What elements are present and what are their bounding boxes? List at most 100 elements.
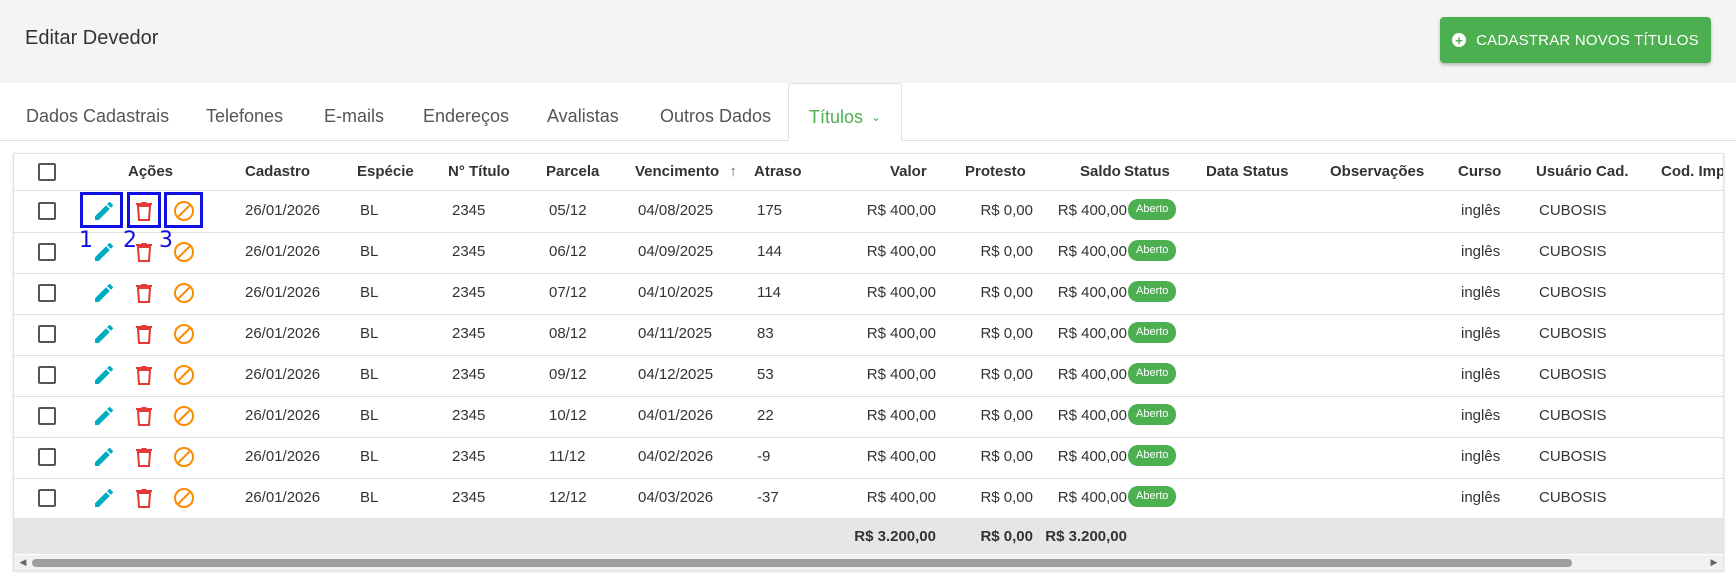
status-badge: Aberto [1128,486,1177,507]
cell-curso: inglês [1461,202,1501,219]
trash-icon[interactable] [132,363,156,387]
trash-icon[interactable] [132,445,156,469]
edit-icon[interactable] [92,363,116,387]
col-curso[interactable]: Curso [1458,163,1501,180]
annotation-label-3: 3 [159,228,173,253]
row-checkbox[interactable] [38,407,56,425]
trash-icon[interactable] [132,404,156,428]
col-vencimento[interactable]: Vencimento ↑ [635,163,737,180]
col-usuario[interactable]: Usuário Cad. [1536,163,1629,180]
cell-parcela: 05/12 [549,202,587,219]
table-row: 26/01/2026 BL 2345 05/12 04/08/2025 175 R$ 400… [14,191,1723,233]
tab-titulos[interactable]: Títulos ⌄ [788,83,902,141]
edit-icon[interactable] [92,240,116,264]
select-all-checkbox[interactable] [38,163,56,181]
cell-atraso: 144 [757,243,783,260]
cell-usuario: CUBOSIS [1539,325,1607,342]
cell-titulo: 2345 [452,284,486,301]
total-protesto: R$ 0,00 [980,528,1033,545]
cell-saldo: R$ 400,00 [1057,325,1127,342]
col-especie[interactable]: Espécie [357,163,414,180]
cell-titulo: 2345 [452,325,486,342]
cell-vencimento: 04/03/2026 [638,489,714,506]
horizontal-scrollbar[interactable]: ◀ ▶ [14,555,1723,570]
cell-usuario: CUBOSIS [1539,243,1607,260]
row-checkbox[interactable] [38,489,56,507]
trash-icon[interactable] [132,322,156,346]
new-titles-button[interactable]: + CADASTRAR NOVOS TÍTULOS [1440,17,1711,63]
status-badge: Aberto [1128,199,1177,220]
cell-especie: BL [360,366,379,383]
cell-atraso: 83 [757,325,774,342]
cell-parcela: 10/12 [549,407,587,424]
cell-especie: BL [360,284,379,301]
cell-parcela: 06/12 [549,243,587,260]
cell-usuario: CUBOSIS [1539,202,1607,219]
col-observacoes[interactable]: Observações [1330,163,1424,180]
tab-enderecos[interactable]: Endereços [423,83,509,140]
cancel-icon[interactable] [172,322,196,346]
cell-titulo: 2345 [452,243,486,260]
col-cod-imp[interactable]: Cod. Imp [1661,163,1723,180]
cancel-icon[interactable] [172,445,196,469]
row-checkbox[interactable] [38,284,56,302]
cell-curso: inglês [1461,448,1501,465]
cell-atraso: 53 [757,366,774,383]
highlight-box-2 [127,192,161,228]
col-atraso[interactable]: Atraso [754,163,802,180]
trash-icon[interactable] [132,281,156,305]
tab-telefones[interactable]: Telefones [206,83,283,140]
cell-saldo: R$ 400,00 [1057,202,1127,219]
tab-dados-cadastrais[interactable]: Dados Cadastrais [26,83,169,140]
row-checkbox[interactable] [38,366,56,384]
cancel-icon[interactable] [172,281,196,305]
tab-outros-dados[interactable]: Outros Dados [660,83,771,140]
cancel-icon[interactable] [172,363,196,387]
tab-avalistas[interactable]: Avalistas [547,83,619,140]
row-checkbox[interactable] [38,243,56,261]
edit-icon[interactable] [92,322,116,346]
col-vencimento-label: Vencimento [635,163,720,180]
cell-saldo: R$ 400,00 [1057,407,1127,424]
row-checkbox[interactable] [38,325,56,343]
col-data-status[interactable]: Data Status [1206,163,1289,180]
cell-protesto: R$ 0,00 [980,489,1033,506]
col-saldo[interactable]: Saldo [1080,163,1121,180]
scrollbar-thumb[interactable] [32,559,1572,567]
scroll-right-icon[interactable]: ▶ [1707,555,1721,570]
cell-parcela: 11/12 [549,448,586,465]
row-checkbox[interactable] [38,448,56,466]
totals-row: R$ 3.200,00 R$ 0,00 R$ 3.200,00 [14,518,1723,554]
scroll-left-icon[interactable]: ◀ [16,555,30,570]
col-protesto[interactable]: Protesto [965,163,1026,180]
page-title: Editar Devedor [25,27,159,49]
col-cadastro[interactable]: Cadastro [245,163,310,180]
cell-saldo: R$ 400,00 [1057,489,1127,506]
col-titulo[interactable]: N° Título [448,163,510,180]
cancel-icon[interactable] [172,486,196,510]
edit-icon[interactable] [92,404,116,428]
cancel-icon[interactable] [172,404,196,428]
col-parcela[interactable]: Parcela [546,163,599,180]
col-valor[interactable]: Valor [890,163,927,180]
row-checkbox[interactable] [38,202,56,220]
total-saldo: R$ 3.200,00 [1045,528,1127,545]
cell-saldo: R$ 400,00 [1057,366,1127,383]
tab-emails[interactable]: E-mails [324,83,384,140]
cancel-icon[interactable] [172,240,196,264]
cell-parcela: 09/12 [549,366,587,383]
cell-curso: inglês [1461,489,1501,506]
edit-icon[interactable] [92,486,116,510]
cell-saldo: R$ 400,00 [1057,284,1127,301]
edit-icon[interactable] [92,445,116,469]
edit-icon[interactable] [92,281,116,305]
cell-protesto: R$ 0,00 [980,366,1033,383]
col-status[interactable]: Status [1124,163,1170,180]
cell-curso: inglês [1461,325,1501,342]
table-row: 26/01/2026 BL 2345 11/12 04/02/2026 -9 R$ 400,… [14,437,1723,479]
status-badge: Aberto [1128,363,1177,384]
table-row: 26/01/2026 BL 2345 12/12 04/03/2026 -37 R$ 400… [14,478,1723,520]
cell-titulo: 2345 [452,407,486,424]
cell-curso: inglês [1461,407,1501,424]
trash-icon[interactable] [132,486,156,510]
